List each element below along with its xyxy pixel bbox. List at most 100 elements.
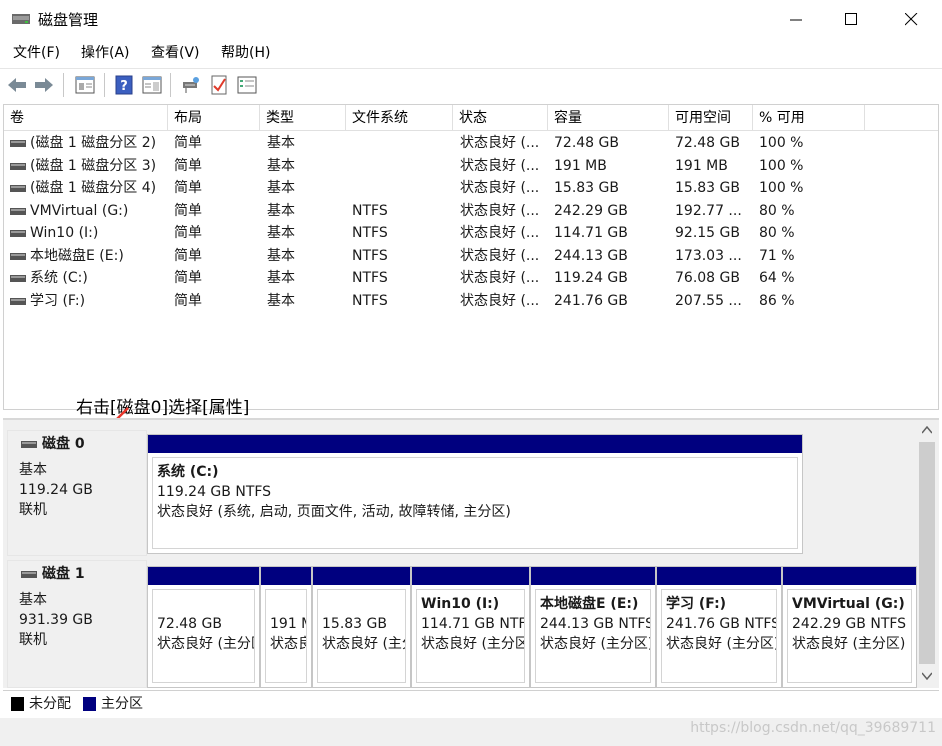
disk-0-label[interactable]: 磁盘 0 基本 119.24 GB 联机 (7, 430, 147, 556)
partition-title: 学习 (F:) (666, 596, 727, 612)
column-header-status[interactable]: 状态 (453, 105, 548, 131)
watermark-text: https://blog.csdn.net/qq_39689711 (690, 720, 936, 736)
scrollbar-thumb[interactable] (919, 442, 935, 664)
app-disk-icon (12, 14, 30, 24)
column-header-capacity[interactable]: 容量 (548, 105, 669, 131)
volume-cell-type: 基本 (267, 270, 295, 286)
connect-icon[interactable] (180, 74, 202, 96)
volume-cell-name: 本地磁盘E (E:) (30, 247, 124, 264)
volume-row[interactable]: (磁盘 1 磁盘分区 2) 简单 基本 状态良好 (... 72.48 GB 72.48 … (4, 132, 938, 155)
partition-size: 119.24 GB NTFS (157, 484, 272, 500)
close-icon (905, 13, 918, 26)
volume-cell-name: (磁盘 1 磁盘分区 2) (30, 135, 157, 151)
disk-1-partition[interactable]: 学习 (F:) 241.76 GB NTFS 状态良好 (主分区) (656, 566, 782, 688)
partition-bar (148, 435, 802, 453)
menu-file[interactable]: 文件(F) (13, 43, 60, 63)
column-header-type[interactable]: 类型 (260, 105, 346, 131)
volume-cell-pct: 71 % (759, 247, 795, 264)
menu-view[interactable]: 查看(V) (151, 43, 200, 63)
legend-label-primary: 主分区 (101, 696, 143, 712)
volume-cell-capacity: 119.24 GB (554, 270, 628, 286)
menu-action[interactable]: 操作(A) (81, 43, 130, 63)
volume-cell-type: 基本 (267, 247, 295, 264)
svg-text:?: ? (120, 79, 128, 94)
drive-icon (10, 230, 26, 237)
drive-icon (21, 441, 37, 448)
disk-1-partition[interactable]: 191 MB 状态良好 (260, 566, 312, 688)
volume-cell-free: 191 MB (675, 157, 728, 174)
volume-row[interactable]: (磁盘 1 磁盘分区 4) 简单 基本 状态良好 (... 15.83 GB 15.83 … (4, 177, 938, 200)
column-header-volume[interactable]: 卷 (4, 105, 168, 131)
legend: 未分配 主分区 (3, 690, 939, 718)
partition-bar (657, 567, 781, 585)
volume-cell-pct: 86 % (759, 292, 795, 309)
volume-cell-status: 状态良好 (... (460, 247, 540, 264)
disk-1-partition[interactable]: 本地磁盘E (E:) 244.13 GB NTFS 状态良好 (主分区) (530, 566, 656, 688)
check-icon[interactable] (208, 74, 230, 96)
partition-body: 系统 (C:) 119.24 GB NTFS 状态良好 (系统, 启动, 页面文… (152, 457, 798, 549)
close-button[interactable] (889, 0, 935, 40)
back-arrow-icon[interactable] (6, 74, 28, 96)
volume-cell-layout: 简单 (174, 202, 202, 219)
scroll-down-icon[interactable] (922, 672, 932, 680)
volume-row[interactable]: 学习 (F:) 简单 基本 NTFS 状态良好 (... 241.76 GB 207.55 … (4, 290, 938, 313)
disk-map-pane: 磁盘 0 基本 119.24 GB 联机 系统 (C:) 119.24 GB N… (3, 418, 939, 688)
drive-icon (10, 185, 26, 192)
partition-body: 15.83 GB 状态良好 (主分区) (317, 589, 406, 683)
volume-cell-capacity: 241.76 GB (554, 292, 628, 309)
volume-cell-free: 72.48 GB (675, 135, 740, 151)
volume-row[interactable]: 系统 (C:) 简单 基本 NTFS 状态良好 (... 119.24 GB 76.08 G… (4, 267, 938, 290)
forward-arrow-icon[interactable] (33, 74, 55, 96)
disk-1-partition[interactable]: 15.83 GB 状态良好 (主分区) (312, 566, 411, 688)
maximize-button[interactable] (829, 0, 875, 40)
disk-1-partition[interactable]: Win10 (I:) 114.71 GB NTFS 状态良好 (主分区) (411, 566, 530, 688)
legend-swatch-unallocated (11, 697, 24, 711)
scroll-up-icon[interactable] (922, 426, 932, 434)
volume-row[interactable]: VMVirtual (G:) 简单 基本 NTFS 状态良好 (... 242.29 GB… (4, 200, 938, 223)
partition-status: 状态良好 (系统, 启动, 页面文件, 活动, 故障转储, 主分区) (157, 504, 511, 520)
partition-size: 242.29 GB NTFS (792, 616, 907, 632)
menu-bar: 文件(F) 操作(A) 查看(V) 帮助(H) (0, 40, 942, 66)
list-icon[interactable] (236, 74, 258, 96)
window-title: 磁盘管理 (38, 11, 99, 29)
volume-cell-status: 状态良好 (... (460, 225, 540, 241)
disk-1-partition[interactable]: 72.48 GB 状态良好 (主分区) (147, 566, 260, 688)
column-header-free-space[interactable]: 可用空间 (669, 105, 753, 131)
properties-icon[interactable] (74, 74, 96, 96)
disk-1-label[interactable]: 磁盘 1 基本 931.39 GB 联机 (7, 560, 147, 688)
volume-cell-fs: NTFS (352, 292, 388, 309)
volume-cell-capacity: 244.13 GB (554, 247, 628, 264)
column-header-percent-free[interactable]: % 可用 (753, 105, 865, 131)
maximize-icon (845, 13, 857, 25)
volume-cell-type: 基本 (267, 292, 295, 309)
volume-row[interactable]: 本地磁盘E (E:) 简单 基本 NTFS 状态良好 (... 244.13 GB 173.… (4, 245, 938, 268)
volume-cell-pct: 64 % (759, 270, 795, 286)
volume-cell-pct: 100 % (759, 135, 804, 151)
volume-row[interactable]: Win10 (I:) 简单 基本 NTFS 状态良好 (... 114.71 GB 92.1… (4, 222, 938, 245)
partition-bar (261, 567, 311, 585)
disk-0-state: 联机 (19, 502, 47, 518)
disk-1-partition[interactable]: VMVirtual (G:) 242.29 GB NTFS 状态良好 (主分区) (782, 566, 917, 688)
column-header-filesystem[interactable]: 文件系统 (346, 105, 453, 131)
volume-cell-status: 状态良好 (... (460, 157, 540, 174)
help-icon[interactable]: ? (113, 74, 135, 96)
title-bar: 磁盘管理 (0, 0, 942, 40)
drive-icon (10, 207, 26, 215)
volume-row[interactable]: (磁盘 1 磁盘分区 3) 简单 基本 状态良好 (... 191 MB 191 MB 10… (4, 155, 938, 178)
partition-size: 114.71 GB NTFS (421, 616, 525, 632)
partition-body: 72.48 GB 状态良好 (主分区) (152, 589, 255, 683)
disk-0-partition-c[interactable]: 系统 (C:) 119.24 GB NTFS 状态良好 (系统, 启动, 页面文… (147, 434, 803, 554)
volume-cell-status: 状态良好 (... (460, 135, 540, 151)
volume-cell-type: 基本 (267, 157, 295, 174)
legend-label-unallocated: 未分配 (29, 696, 71, 712)
minimize-button[interactable] (774, 0, 820, 40)
partition-bar (531, 567, 655, 585)
volume-cell-fs: NTFS (352, 247, 388, 264)
volume-cell-status: 状态良好 (... (460, 270, 540, 286)
menu-help[interactable]: 帮助(H) (221, 43, 270, 63)
volume-cell-free: 173.03 ... (675, 247, 742, 264)
disk-pane-scrollbar[interactable] (918, 420, 936, 686)
column-header-layout[interactable]: 布局 (168, 105, 260, 131)
view-icon[interactable] (141, 74, 163, 96)
volume-cell-free: 207.55 ... (675, 292, 742, 309)
